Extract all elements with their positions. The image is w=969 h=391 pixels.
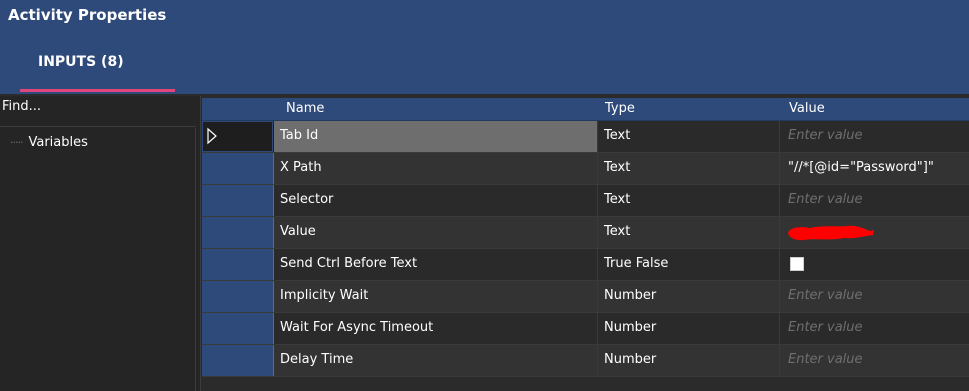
table-row[interactable]: Value Text (202, 217, 969, 249)
row-selector[interactable] (202, 217, 274, 248)
tab-inputs-label: INPUTS (8) (38, 54, 124, 70)
row-selector[interactable] (202, 313, 274, 344)
sidebar-divider (195, 128, 196, 391)
properties-grid: Name Type Value Tab Id Text Enter value … (202, 98, 969, 377)
column-header-type[interactable]: Type (605, 101, 635, 116)
property-type-cell: Text (598, 185, 780, 216)
redaction-mark (788, 225, 874, 241)
property-type: Text (604, 128, 631, 143)
property-name-cell[interactable]: Send Ctrl Before Text (274, 249, 598, 280)
property-type-cell: Number (598, 345, 780, 376)
value-input-placeholder[interactable]: Enter value (788, 288, 863, 303)
property-type-cell: Text (598, 217, 780, 248)
property-name: Send Ctrl Before Text (280, 256, 418, 271)
property-name: X Path (280, 160, 322, 175)
property-type-cell: Text (598, 121, 780, 152)
panel-title: Activity Properties (8, 6, 167, 24)
table-row[interactable]: Implicity Wait Number Enter value (202, 281, 969, 313)
property-type: Number (604, 352, 657, 367)
row-selector[interactable] (202, 185, 274, 216)
property-type: Number (604, 288, 657, 303)
activity-properties-panel: Activity Properties INPUTS (8) Find... ·… (0, 0, 969, 391)
column-header-value[interactable]: Value (789, 101, 825, 116)
tab-active-indicator (20, 89, 175, 92)
row-selector[interactable] (202, 345, 274, 376)
property-value-cell[interactable] (780, 249, 969, 280)
panel-header: Activity Properties INPUTS (8) (0, 0, 969, 94)
property-type-cell: Number (598, 313, 780, 344)
tree-item-variables[interactable]: ····· Variables (10, 132, 190, 152)
table-row[interactable]: Send Ctrl Before Text True False (202, 249, 969, 281)
property-type: Text (604, 160, 631, 175)
grid-header: Name Type Value (202, 98, 969, 121)
property-name: Value (280, 224, 316, 239)
property-name-cell[interactable]: Value (274, 217, 598, 248)
property-value-cell[interactable]: Enter value (780, 281, 969, 312)
table-row[interactable]: Selector Text Enter value (202, 185, 969, 217)
column-header-name[interactable]: Name (286, 101, 324, 116)
value-input-placeholder[interactable]: Enter value (788, 192, 863, 207)
find-separator (0, 126, 196, 127)
property-name: Tab Id (280, 128, 319, 143)
tree-item-label: Variables (28, 134, 88, 150)
property-name: Wait For Async Timeout (280, 320, 434, 335)
property-name-cell[interactable]: Selector (274, 185, 598, 216)
table-row[interactable]: Delay Time Number Enter value (202, 345, 969, 377)
variables-sidebar: Find... ····· Variables (0, 96, 201, 391)
checkbox-unchecked-icon[interactable] (790, 257, 804, 271)
property-name: Selector (280, 192, 334, 207)
value-input-placeholder[interactable]: Enter value (788, 320, 863, 335)
property-value-cell[interactable] (780, 217, 969, 248)
row-selector[interactable] (202, 153, 274, 184)
table-row[interactable]: Wait For Async Timeout Number Enter valu… (202, 313, 969, 345)
find-field[interactable]: Find... (2, 99, 41, 114)
property-type-cell: True False (598, 249, 780, 280)
property-value-cell[interactable]: Enter value (780, 313, 969, 344)
table-row[interactable]: Tab Id Text Enter value (202, 121, 969, 153)
property-name: Implicity Wait (280, 288, 369, 303)
value-input-placeholder[interactable]: Enter value (788, 352, 863, 367)
value-input[interactable]: "//*[@id="Password"]" (788, 160, 934, 175)
property-name-cell[interactable]: Delay Time (274, 345, 598, 376)
tab-inputs[interactable]: INPUTS (8) (20, 48, 175, 92)
property-type-cell: Number (598, 281, 780, 312)
row-selector[interactable] (202, 249, 274, 280)
property-type: Text (604, 192, 631, 207)
property-type: Number (604, 320, 657, 335)
row-selector[interactable] (202, 281, 274, 312)
property-value-cell[interactable]: Enter value (780, 121, 969, 152)
property-name-cell[interactable]: X Path (274, 153, 598, 184)
property-type-cell: Text (598, 153, 780, 184)
property-value-cell[interactable]: Enter value (780, 345, 969, 376)
property-name-cell[interactable]: Tab Id (274, 121, 598, 152)
tree-dots-icon: ····· (10, 135, 24, 149)
play-triangle-outline-icon (207, 127, 217, 145)
property-name: Delay Time (280, 352, 354, 367)
property-value-cell[interactable]: Enter value (780, 185, 969, 216)
property-type: Text (604, 224, 631, 239)
row-selector[interactable] (202, 121, 273, 152)
property-name-cell[interactable]: Implicity Wait (274, 281, 598, 312)
property-name-cell[interactable]: Wait For Async Timeout (274, 313, 598, 344)
table-row[interactable]: X Path Text "//*[@id="Password"]" (202, 153, 969, 185)
property-type: True False (604, 256, 669, 271)
property-value-cell[interactable]: "//*[@id="Password"]" (780, 153, 969, 184)
value-input-placeholder[interactable]: Enter value (788, 128, 863, 143)
